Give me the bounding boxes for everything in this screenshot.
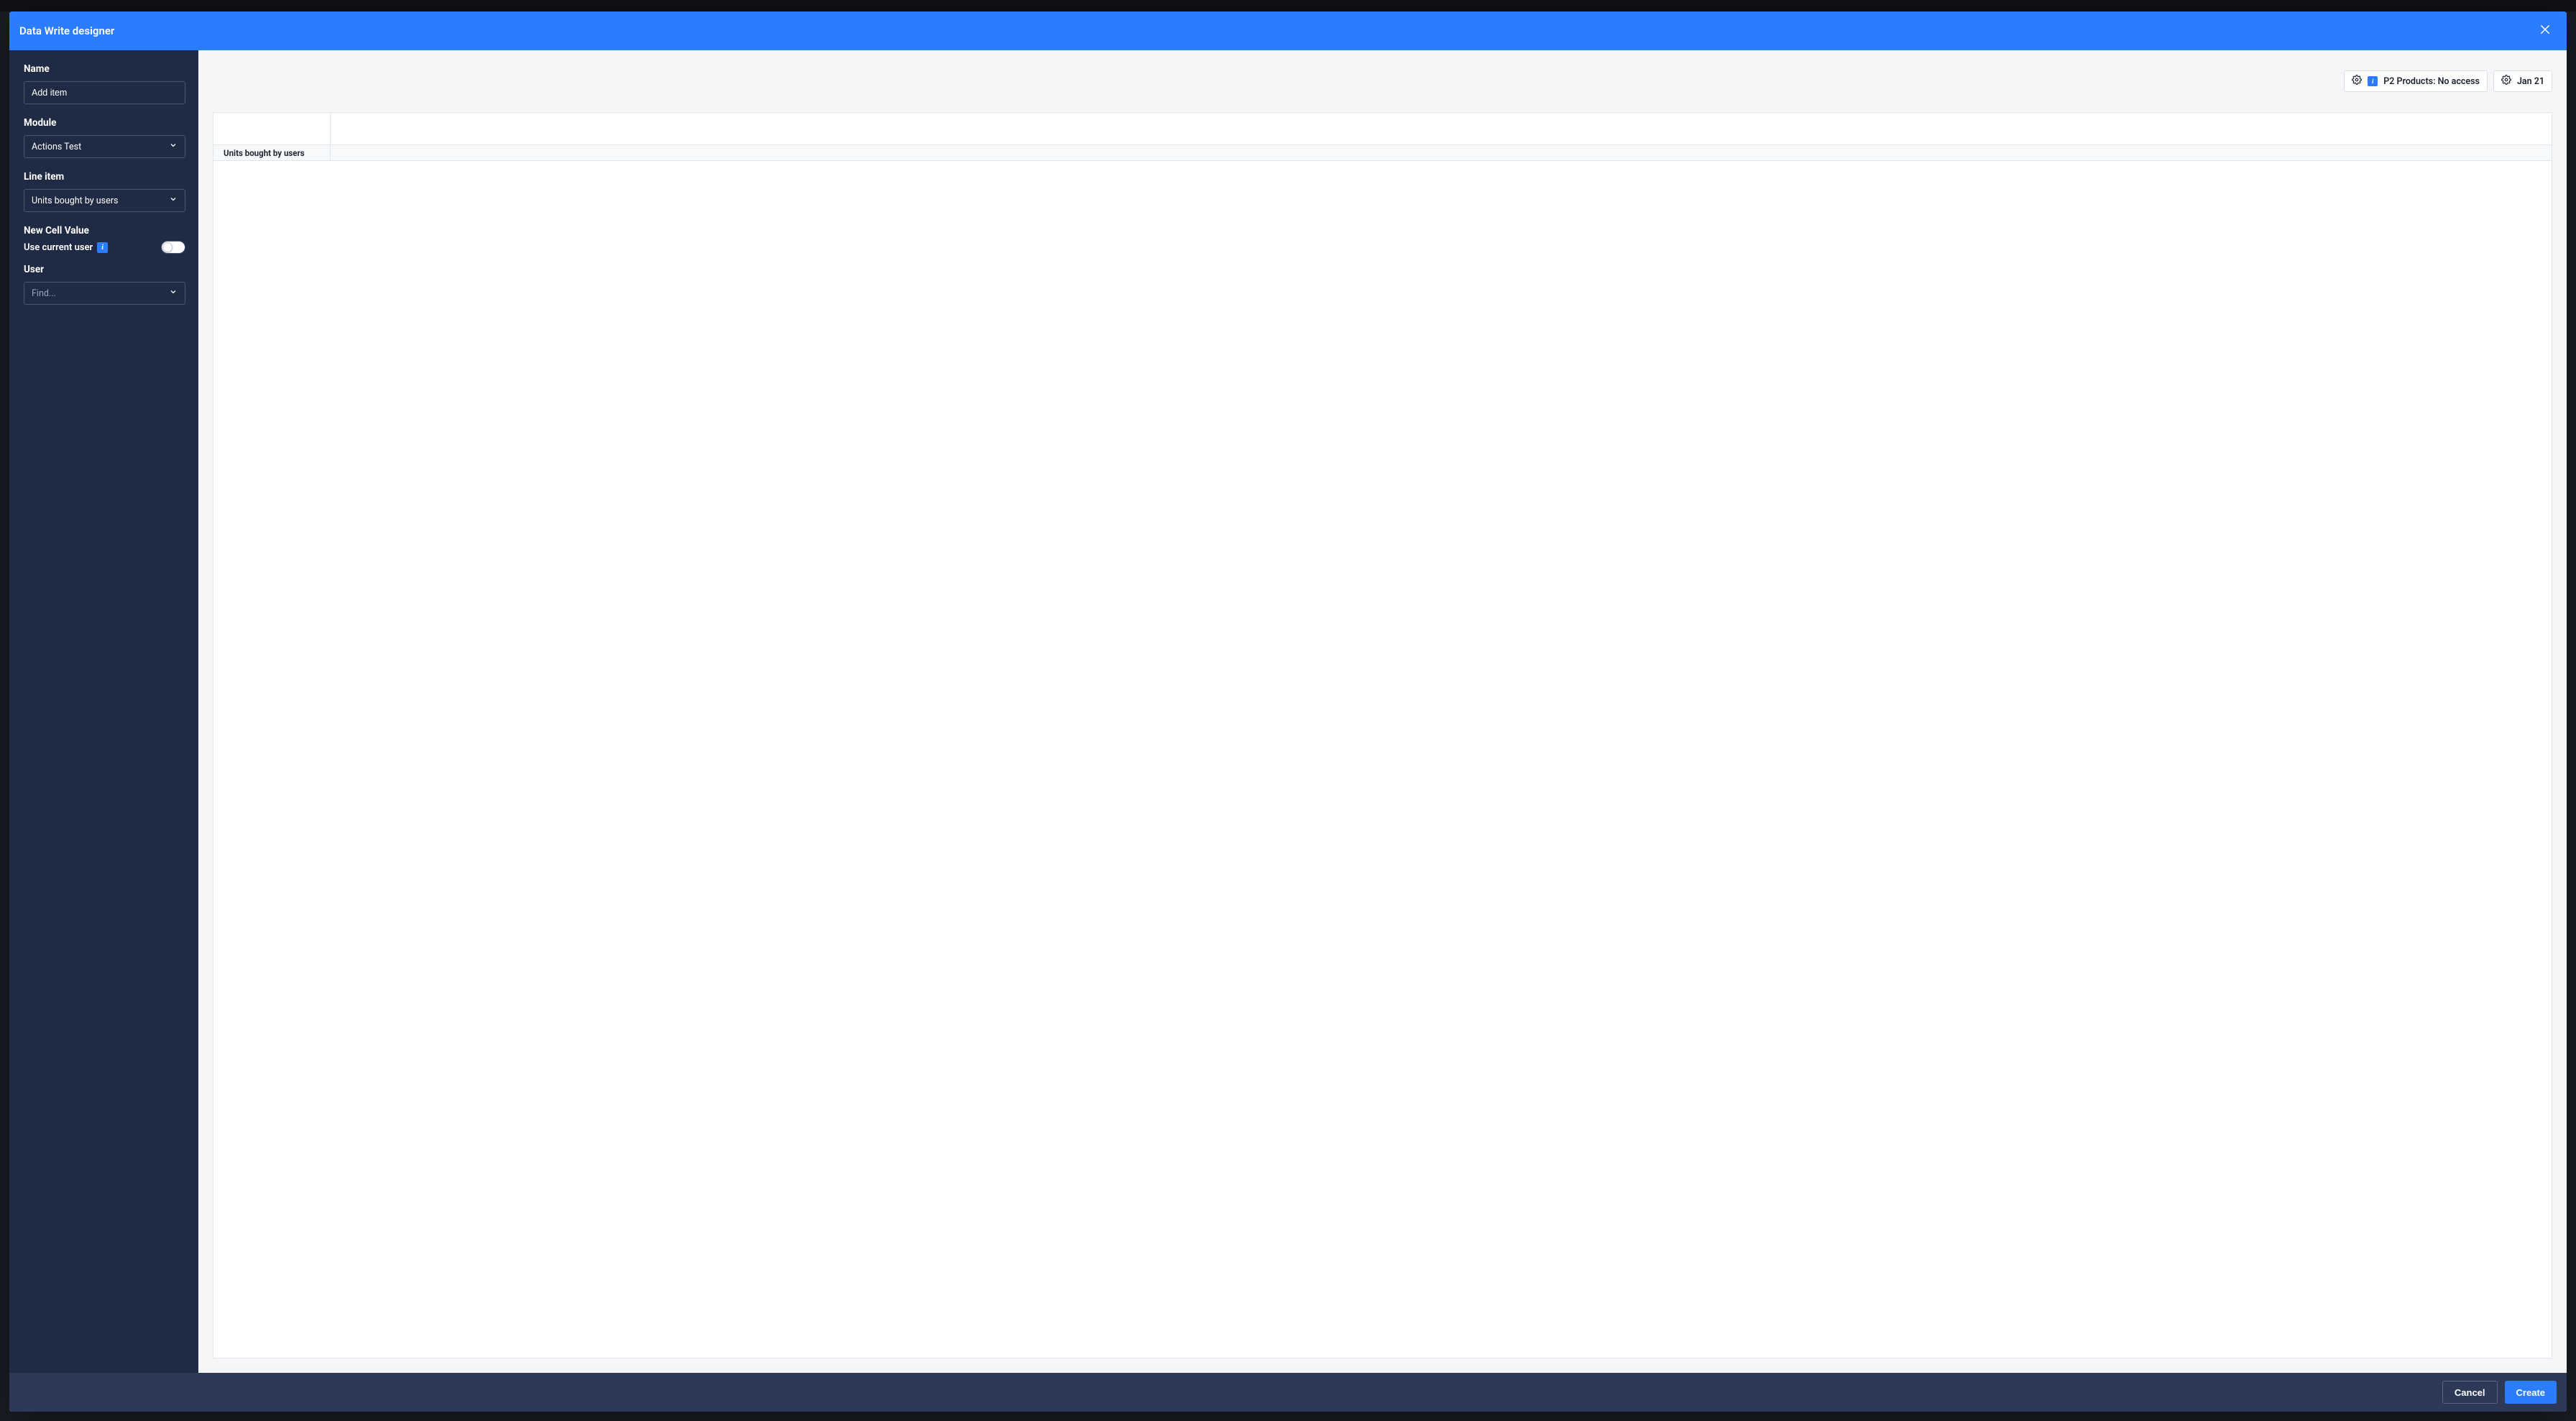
grid-header-rest (331, 113, 2552, 144)
grid-body (213, 161, 2552, 1358)
use-current-user-row: Use current user i (24, 241, 185, 254)
grid-row-header-label[interactable]: Units bought by users (213, 145, 331, 160)
app-topbar-shadow (0, 0, 2576, 12)
line-item-field-group: Line item Units bought by users (24, 171, 185, 212)
date-chip[interactable]: Jan 21 (2493, 70, 2552, 92)
line-item-select[interactable]: Units bought by users (24, 189, 185, 212)
cancel-button[interactable]: Cancel (2442, 1381, 2498, 1404)
preview-grid: Units bought by users (213, 112, 2552, 1358)
name-label: Name (24, 63, 185, 75)
info-icon[interactable]: i (97, 242, 108, 253)
modal-body: Name Module Actions Test Line item Units… (9, 50, 2567, 1373)
products-chip[interactable]: i P2 Products: No access (2344, 70, 2488, 92)
user-label: User (24, 264, 185, 275)
module-label: Module (24, 117, 185, 129)
products-chip-label: P2 Products: No access (2383, 76, 2480, 87)
close-button[interactable] (2535, 21, 2555, 41)
use-current-user-label: Use current user (24, 242, 93, 253)
modal-title: Data Write designer (19, 24, 114, 37)
use-current-user-toggle[interactable] (161, 241, 185, 254)
new-cell-value-section: New Cell Value Use current user i (24, 225, 185, 254)
chevron-down-icon (169, 141, 178, 152)
config-sidebar: Name Module Actions Test Line item Units… (9, 50, 198, 1373)
use-current-user-left: Use current user i (24, 242, 108, 253)
grid-header-row (213, 113, 2552, 145)
close-icon (2539, 23, 2552, 39)
preview-area: i P2 Products: No access Jan 21 (198, 50, 2567, 1373)
name-field-group: Name (24, 63, 185, 104)
user-select-placeholder: Find... (32, 288, 56, 299)
chevron-down-icon (169, 288, 178, 299)
preview-toolbar: i P2 Products: No access Jan 21 (198, 50, 2567, 112)
module-select-value: Actions Test (32, 142, 81, 152)
create-button[interactable]: Create (2505, 1381, 2557, 1404)
toggle-knob (162, 242, 172, 252)
grid-row-rest (331, 145, 2552, 160)
line-item-label: Line item (24, 171, 185, 183)
user-field-group: User Find... (24, 264, 185, 305)
modal-header: Data Write designer (9, 12, 2567, 50)
chevron-down-icon (169, 195, 178, 206)
new-cell-value-label: New Cell Value (24, 225, 185, 236)
gear-icon (2352, 75, 2362, 88)
modal-footer: Cancel Create (9, 1373, 2567, 1412)
date-chip-label: Jan 21 (2517, 76, 2544, 87)
grid-corner-cell (213, 113, 331, 144)
module-field-group: Module Actions Test (24, 117, 185, 158)
info-icon: i (2368, 76, 2378, 86)
module-select[interactable]: Actions Test (24, 135, 185, 158)
gear-icon (2501, 75, 2511, 88)
name-input[interactable] (24, 81, 185, 104)
grid-row-header: Units bought by users (213, 145, 2552, 161)
data-write-designer-modal: Data Write designer Name Module Actions … (9, 12, 2567, 1412)
user-select[interactable]: Find... (24, 282, 185, 305)
line-item-select-value: Units bought by users (32, 196, 118, 206)
